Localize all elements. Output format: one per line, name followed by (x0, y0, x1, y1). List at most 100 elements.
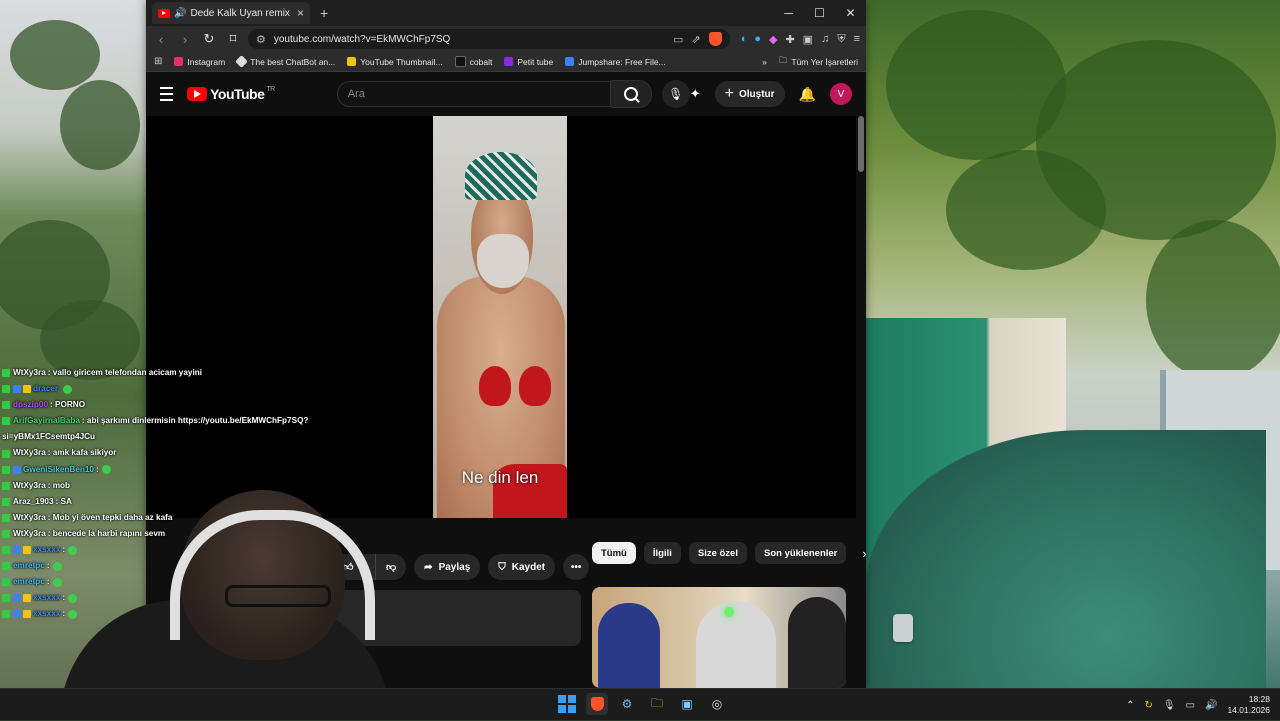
chat-username[interactable]: WtXy3ra (13, 510, 46, 526)
stream-chat-overlay: WtXy3ra: vallo giricem telefondan acicam… (2, 365, 342, 623)
notifications-bell-icon[interactable]: 🔔 (799, 86, 816, 103)
minimize-button[interactable]: ─ (773, 0, 804, 26)
extension-icon[interactable]: ● (754, 33, 761, 45)
chat-badge-icon (2, 449, 10, 458)
hamburger-menu-icon[interactable] (160, 87, 174, 101)
youtube-logo[interactable]: YouTube TR (187, 86, 275, 102)
volume-icon[interactable]: 🔊 (1205, 700, 1217, 711)
logo-region: TR (266, 85, 275, 93)
bookmark-item[interactable]: cobalt (454, 56, 492, 67)
share-button[interactable]: ➦ Paylaş (414, 554, 481, 580)
more-actions-button[interactable]: ••• (563, 554, 590, 580)
chat-text: : PORNO (50, 400, 86, 410)
close-button[interactable]: ✕ (835, 0, 866, 26)
chat-username[interactable]: xxsxxx (33, 542, 60, 558)
chat-text: : Mob yi öven tepki daha az kafa (47, 512, 173, 522)
chip-recent[interactable]: Son yüklenenler (754, 542, 847, 564)
chat-username[interactable]: dracer (33, 381, 58, 397)
bookmark-icon: ⛉ (498, 561, 506, 573)
bookmark-item[interactable]: The best ChatBot an... (235, 55, 335, 68)
obs-icon[interactable]: ◎ (706, 693, 728, 715)
chat-username[interactable]: emretpc (13, 574, 45, 590)
chat-username[interactable]: emretpc (13, 558, 45, 574)
url-text[interactable]: youtube.com/watch?v=EkMWChFp7SQ (274, 34, 665, 45)
chat-badge-icon (13, 594, 21, 603)
file-explorer-icon[interactable]: 🗀 (646, 693, 668, 715)
windows-icon (558, 695, 576, 713)
search-button[interactable] (610, 80, 652, 108)
site-info-icon[interactable]: ⚙ (256, 33, 266, 46)
sync-icon[interactable]: ↻ (1144, 700, 1152, 711)
address-bar[interactable]: ⚙ youtube.com/watch?v=EkMWChFp7SQ ▭ ⇗ (248, 29, 730, 49)
brave-shield-icon[interactable] (708, 32, 722, 46)
bookmarks-overflow-button[interactable]: » (762, 57, 767, 67)
bookmark-item[interactable]: Instagram (174, 57, 225, 67)
apps-icon[interactable]: ⊞ (154, 56, 162, 67)
extension-icon[interactable]: ◖ (740, 33, 747, 45)
puzzle-icon[interactable]: ✚ (785, 33, 794, 46)
browser-tab[interactable]: 🔊 Dede Kalk Uyan remix - YouTube × (152, 2, 310, 24)
start-button[interactable] (556, 693, 578, 715)
avatar[interactable]: V (830, 83, 852, 105)
video-frame[interactable]: Ne din len (433, 116, 567, 518)
recommended-video-thumbnail[interactable] (592, 587, 846, 688)
new-tab-button[interactable]: + (320, 5, 328, 21)
chat-username[interactable]: WtXy3ra (13, 365, 46, 381)
sidebar-icon[interactable]: ▣ (803, 33, 813, 46)
bookmark-label: Petit tube (517, 56, 554, 67)
steam-icon[interactable]: ⚙ (616, 693, 638, 715)
back-button[interactable]: ‹ (152, 32, 170, 47)
chat-username[interactable]: ArifGayirnalBaba (13, 413, 80, 429)
share-icon[interactable]: ⇗ (691, 33, 700, 46)
all-bookmarks-label: Tüm Yer İşaretleri (791, 56, 858, 67)
chat-username[interactable]: WtXy3ra (13, 478, 46, 494)
bookmark-item[interactable]: YouTube Thumbnail... (347, 57, 443, 67)
chip-for-you[interactable]: Size özel (688, 542, 747, 564)
chat-text: : abi şarkımı dinlermisin https://youtu.… (81, 416, 309, 426)
bookmark-item[interactable]: Jumpshare: Free File... (565, 57, 666, 67)
page-scrollbar[interactable] (858, 116, 864, 172)
maximize-button[interactable]: ☐ (804, 0, 835, 26)
extension-icon[interactable]: ◆ (769, 33, 777, 46)
chat-username[interactable]: xxsxxx (33, 606, 60, 622)
clock[interactable]: 18:28 14.01.2026 (1227, 694, 1270, 716)
vpn-icon[interactable]: ⛨ (837, 33, 845, 46)
extension-icon[interactable]: ✦ (690, 86, 701, 102)
cast-icon[interactable]: ▭ (673, 33, 683, 46)
speaker-icon[interactable]: 🔊 (174, 8, 186, 19)
voice-search-button[interactable]: 🎙 (661, 80, 690, 108)
bookmarks-bar: ⊞ Instagram The best ChatBot an... YouTu… (146, 52, 866, 72)
chat-username[interactable]: dpszip00 (13, 397, 48, 413)
music-icon[interactable]: ♫ (821, 33, 829, 45)
chat-username[interactable]: xxsxxx (33, 590, 60, 606)
chat-username[interactable]: WtXy3ra (13, 445, 46, 461)
chat-text: : (96, 464, 99, 474)
chip-all[interactable]: Tümü (592, 542, 636, 564)
taskbar-apps: ⚙ 🗀 ▣ ◎ (556, 693, 728, 715)
tray-overflow-icon[interactable]: ⌃ (1126, 700, 1134, 711)
chat-message: dracer (2, 381, 342, 397)
chat-badge-icon (13, 610, 21, 619)
all-bookmarks-button[interactable]: 🗀 Tüm Yer İşaretleri (779, 55, 858, 69)
chat-username[interactable]: Araz_1903 (13, 494, 54, 510)
menu-icon[interactable]: ≡ (854, 33, 860, 45)
chat-username[interactable]: WtXy3ra (13, 526, 46, 542)
brave-browser-icon[interactable] (586, 693, 608, 715)
microphone-icon[interactable]: 🎙 (1163, 700, 1176, 711)
chat-message: WtXy3ra: bencede la harbi rapını sevm (2, 526, 342, 542)
bookmark-item[interactable]: Petit tube (504, 57, 553, 67)
reload-button[interactable]: ↻ (200, 31, 218, 47)
network-icon[interactable]: ▭ (1186, 700, 1195, 711)
chevron-right-icon[interactable]: › (862, 546, 866, 561)
create-button[interactable]: + Oluştur (714, 81, 785, 107)
chat-username[interactable]: GweniSikenBen10 (23, 462, 94, 478)
image-app-icon[interactable]: ▣ (676, 693, 698, 715)
search-input[interactable]: Ara (336, 81, 611, 107)
save-button[interactable]: ⛉ Kaydet (488, 554, 556, 580)
bookmark-icon[interactable]: ⌑ (224, 31, 242, 47)
forward-button[interactable]: › (176, 32, 194, 47)
chat-text: : amk kafa sikiyor (47, 448, 117, 458)
chat-badge-icon (2, 369, 10, 378)
close-tab-icon[interactable]: × (297, 6, 304, 20)
chip-related[interactable]: İlgili (643, 542, 681, 564)
